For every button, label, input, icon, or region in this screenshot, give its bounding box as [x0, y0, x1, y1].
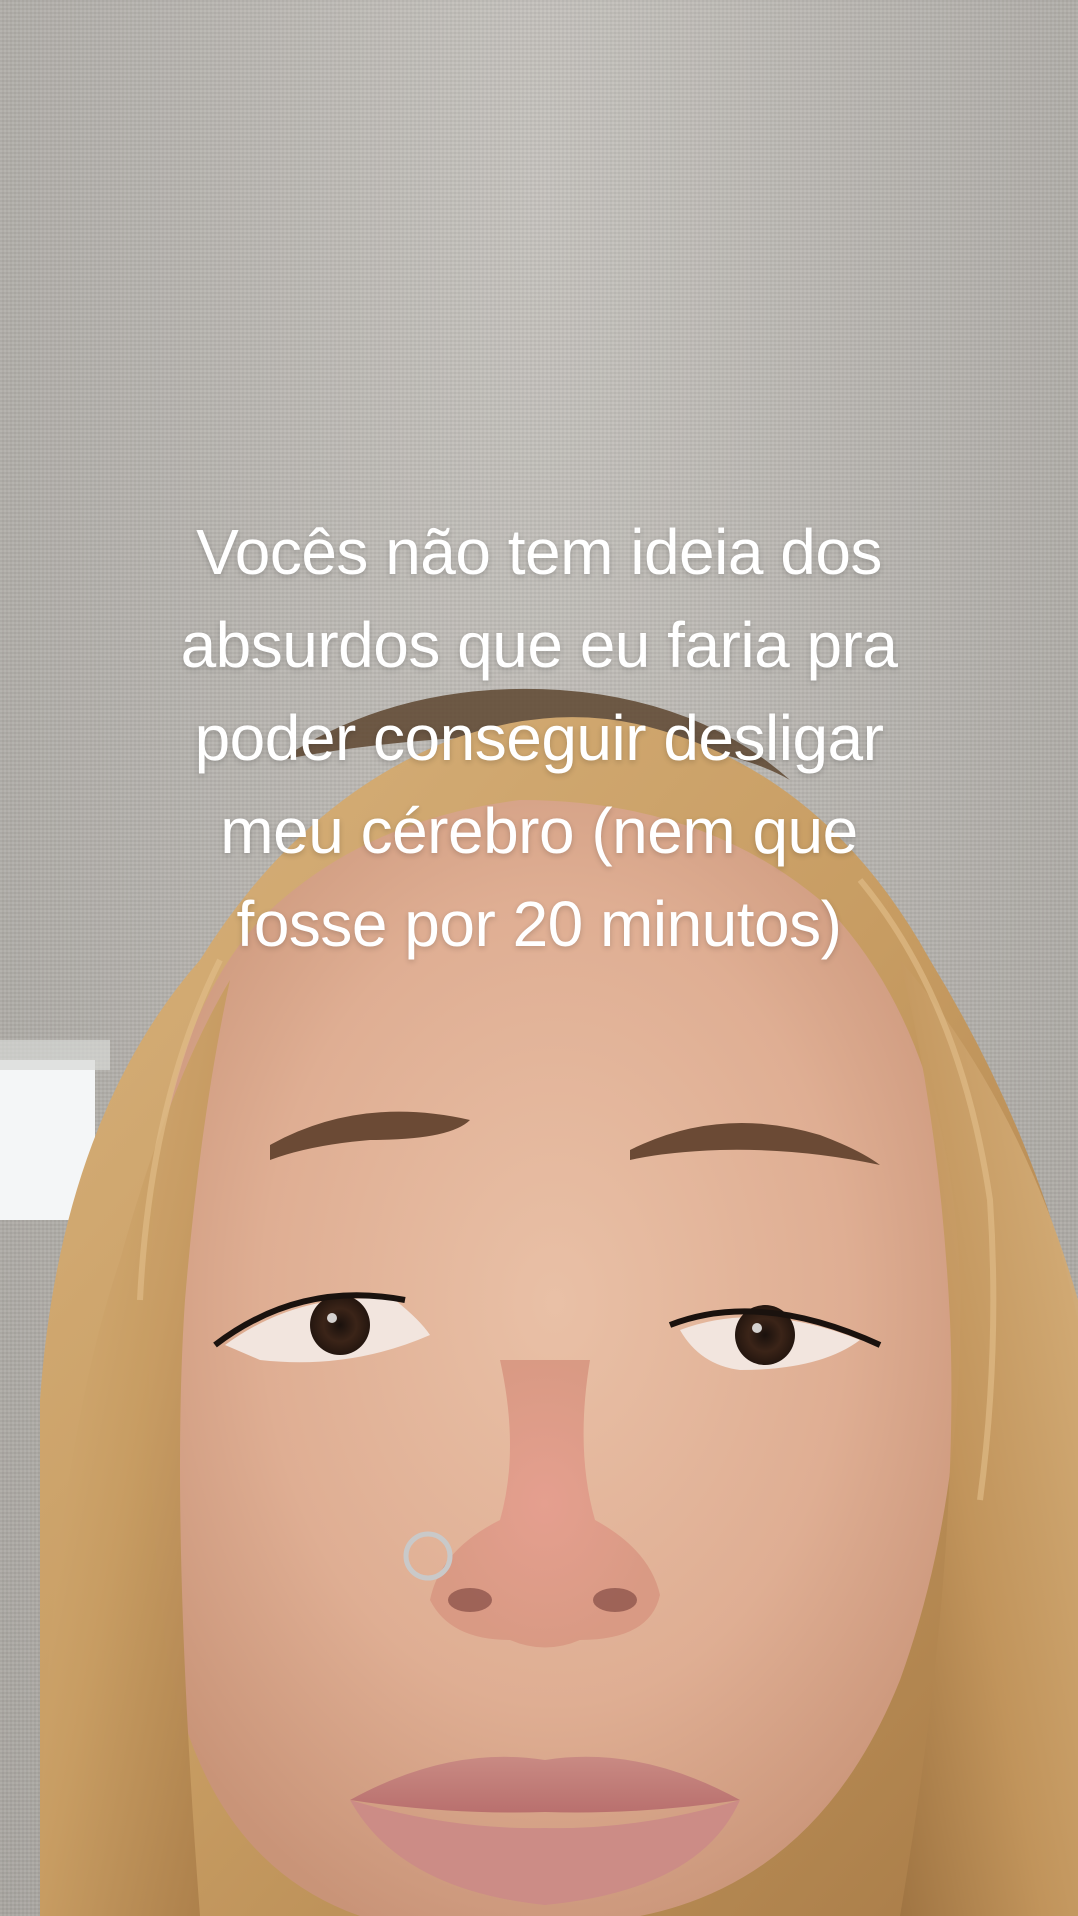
caption-line: meu cérebro (nem que — [220, 795, 858, 867]
caption-line: absurdos que eu faria pra — [180, 609, 898, 681]
photo-scene: Vocês não tem ideia dos absurdos que eu … — [0, 0, 1078, 1916]
caption-text: Vocês não tem ideia dos absurdos que eu … — [60, 506, 1018, 971]
caption-line: Vocês não tem ideia dos — [196, 516, 882, 588]
caption-line: fosse por 20 minutos) — [236, 888, 842, 960]
caption-line: poder conseguir desligar — [194, 702, 884, 774]
